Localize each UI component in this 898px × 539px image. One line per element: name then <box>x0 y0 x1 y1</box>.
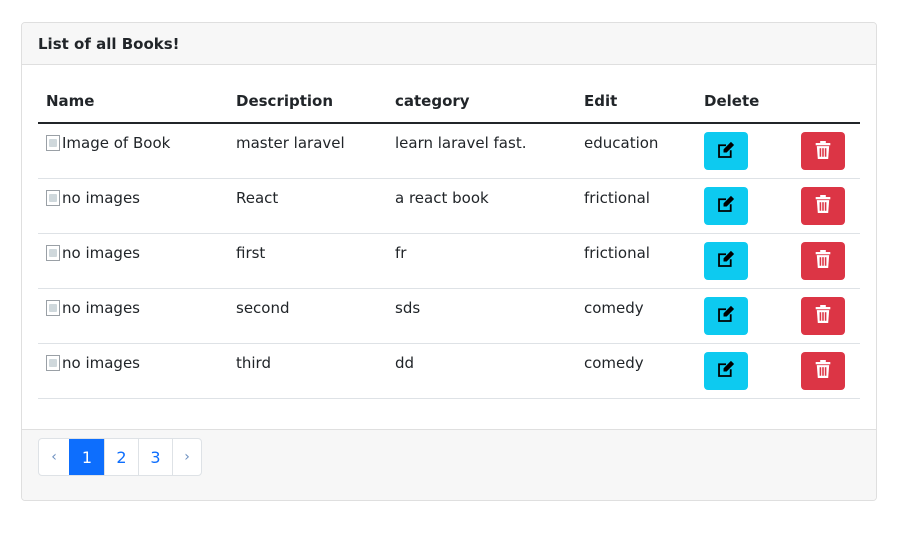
cell-description: master laravel <box>228 123 387 179</box>
cell-delete-button <box>785 123 860 179</box>
cell-category: sds <box>387 288 576 344</box>
page-2[interactable]: 2 <box>104 439 138 475</box>
broken-image-icon <box>46 354 60 371</box>
table-row: no images React a react book frictional <box>38 178 860 234</box>
pagination: ‹ 1 2 3 › <box>38 438 202 476</box>
books-card: List of all Books! Name Description cate… <box>21 22 877 501</box>
page-3[interactable]: 3 <box>138 439 172 475</box>
header-description: Description <box>228 79 387 124</box>
edit-square-icon <box>717 360 735 381</box>
table-header-row: Name Description category Edit Delete <box>38 79 860 124</box>
cell-delete-button <box>785 233 860 289</box>
edit-square-icon <box>717 195 735 216</box>
broken-image-icon <box>46 299 60 316</box>
card-footer: ‹ 1 2 3 › <box>22 429 876 500</box>
book-image-alt: no images <box>62 243 140 262</box>
cell-image: no images <box>38 178 228 234</box>
cell-edit-value: comedy <box>576 343 696 399</box>
page-1[interactable]: 1 <box>69 439 104 475</box>
page-next[interactable]: › <box>172 439 201 475</box>
cell-edit-value: frictional <box>576 233 696 289</box>
delete-button[interactable] <box>801 132 845 170</box>
header-delete: Delete <box>696 79 785 124</box>
table-row: no images first fr frictional <box>38 233 860 289</box>
table-row: Image of Book master laravel learn laravel… <box>38 123 860 179</box>
header-name: Name <box>38 79 228 124</box>
edit-square-icon <box>717 141 735 162</box>
page-prev[interactable]: ‹ <box>39 439 69 475</box>
cell-description: first <box>228 233 387 289</box>
edit-button[interactable] <box>704 186 748 225</box>
edit-square-icon <box>717 305 735 326</box>
cell-edit-value: frictional <box>576 178 696 234</box>
cell-category: learn laravel fast. <box>387 123 576 179</box>
trash-icon <box>815 195 831 216</box>
book-image-alt: no images <box>62 188 140 207</box>
broken-image-icon <box>46 135 60 151</box>
book-image: no images <box>46 354 140 372</box>
card-body: Name Description category Edit Delete Im… <box>22 65 876 431</box>
book-image: Image of Book <box>46 134 170 152</box>
cell-category: dd <box>387 343 576 399</box>
trash-icon <box>815 305 831 326</box>
cell-image: no images <box>38 288 228 344</box>
cell-edit-button <box>696 178 785 234</box>
delete-button[interactable] <box>801 186 845 225</box>
cell-image: no images <box>38 233 228 289</box>
cell-image: Image of Book <box>38 123 228 179</box>
card-title: List of all Books! <box>38 34 180 53</box>
cell-delete-button <box>785 178 860 234</box>
broken-image-icon <box>46 189 60 206</box>
book-image: no images <box>46 189 140 207</box>
cell-edit-button <box>696 233 785 289</box>
edit-button[interactable] <box>704 241 748 280</box>
header-edit: Edit <box>576 79 696 124</box>
broken-image-icon <box>46 244 60 261</box>
trash-icon <box>815 250 831 271</box>
table-row: no images second sds comedy <box>38 288 860 344</box>
edit-button[interactable] <box>704 296 748 335</box>
cell-description: React <box>228 178 387 234</box>
book-image: no images <box>46 299 140 317</box>
cell-edit-button <box>696 343 785 399</box>
header-category: category <box>387 79 576 124</box>
cell-image: no images <box>38 343 228 399</box>
delete-button[interactable] <box>801 241 845 280</box>
cell-edit-value: comedy <box>576 288 696 344</box>
trash-icon <box>815 360 831 381</box>
cell-edit-button <box>696 288 785 344</box>
card-header: List of all Books! <box>22 23 876 65</box>
cell-edit-button <box>696 123 785 179</box>
cell-category: a react book <box>387 178 576 234</box>
delete-button[interactable] <box>801 296 845 335</box>
trash-icon <box>815 140 831 162</box>
book-image: no images <box>46 244 140 262</box>
cell-delete-button <box>785 343 860 399</box>
edit-button[interactable] <box>704 132 748 170</box>
edit-square-icon <box>717 250 735 271</box>
cell-edit-value: education <box>576 123 696 179</box>
book-image-alt: Image of Book <box>62 134 171 152</box>
book-image-alt: no images <box>62 353 140 372</box>
cell-description: third <box>228 343 387 399</box>
header-empty <box>785 79 860 124</box>
delete-button[interactable] <box>801 351 845 390</box>
cell-delete-button <box>785 288 860 344</box>
edit-button[interactable] <box>704 351 748 390</box>
books-table: Name Description category Edit Delete Im… <box>38 79 860 399</box>
cell-description: second <box>228 288 387 344</box>
cell-category: fr <box>387 233 576 289</box>
book-image-alt: no images <box>62 298 140 317</box>
table-row: no images third dd comedy <box>38 343 860 399</box>
